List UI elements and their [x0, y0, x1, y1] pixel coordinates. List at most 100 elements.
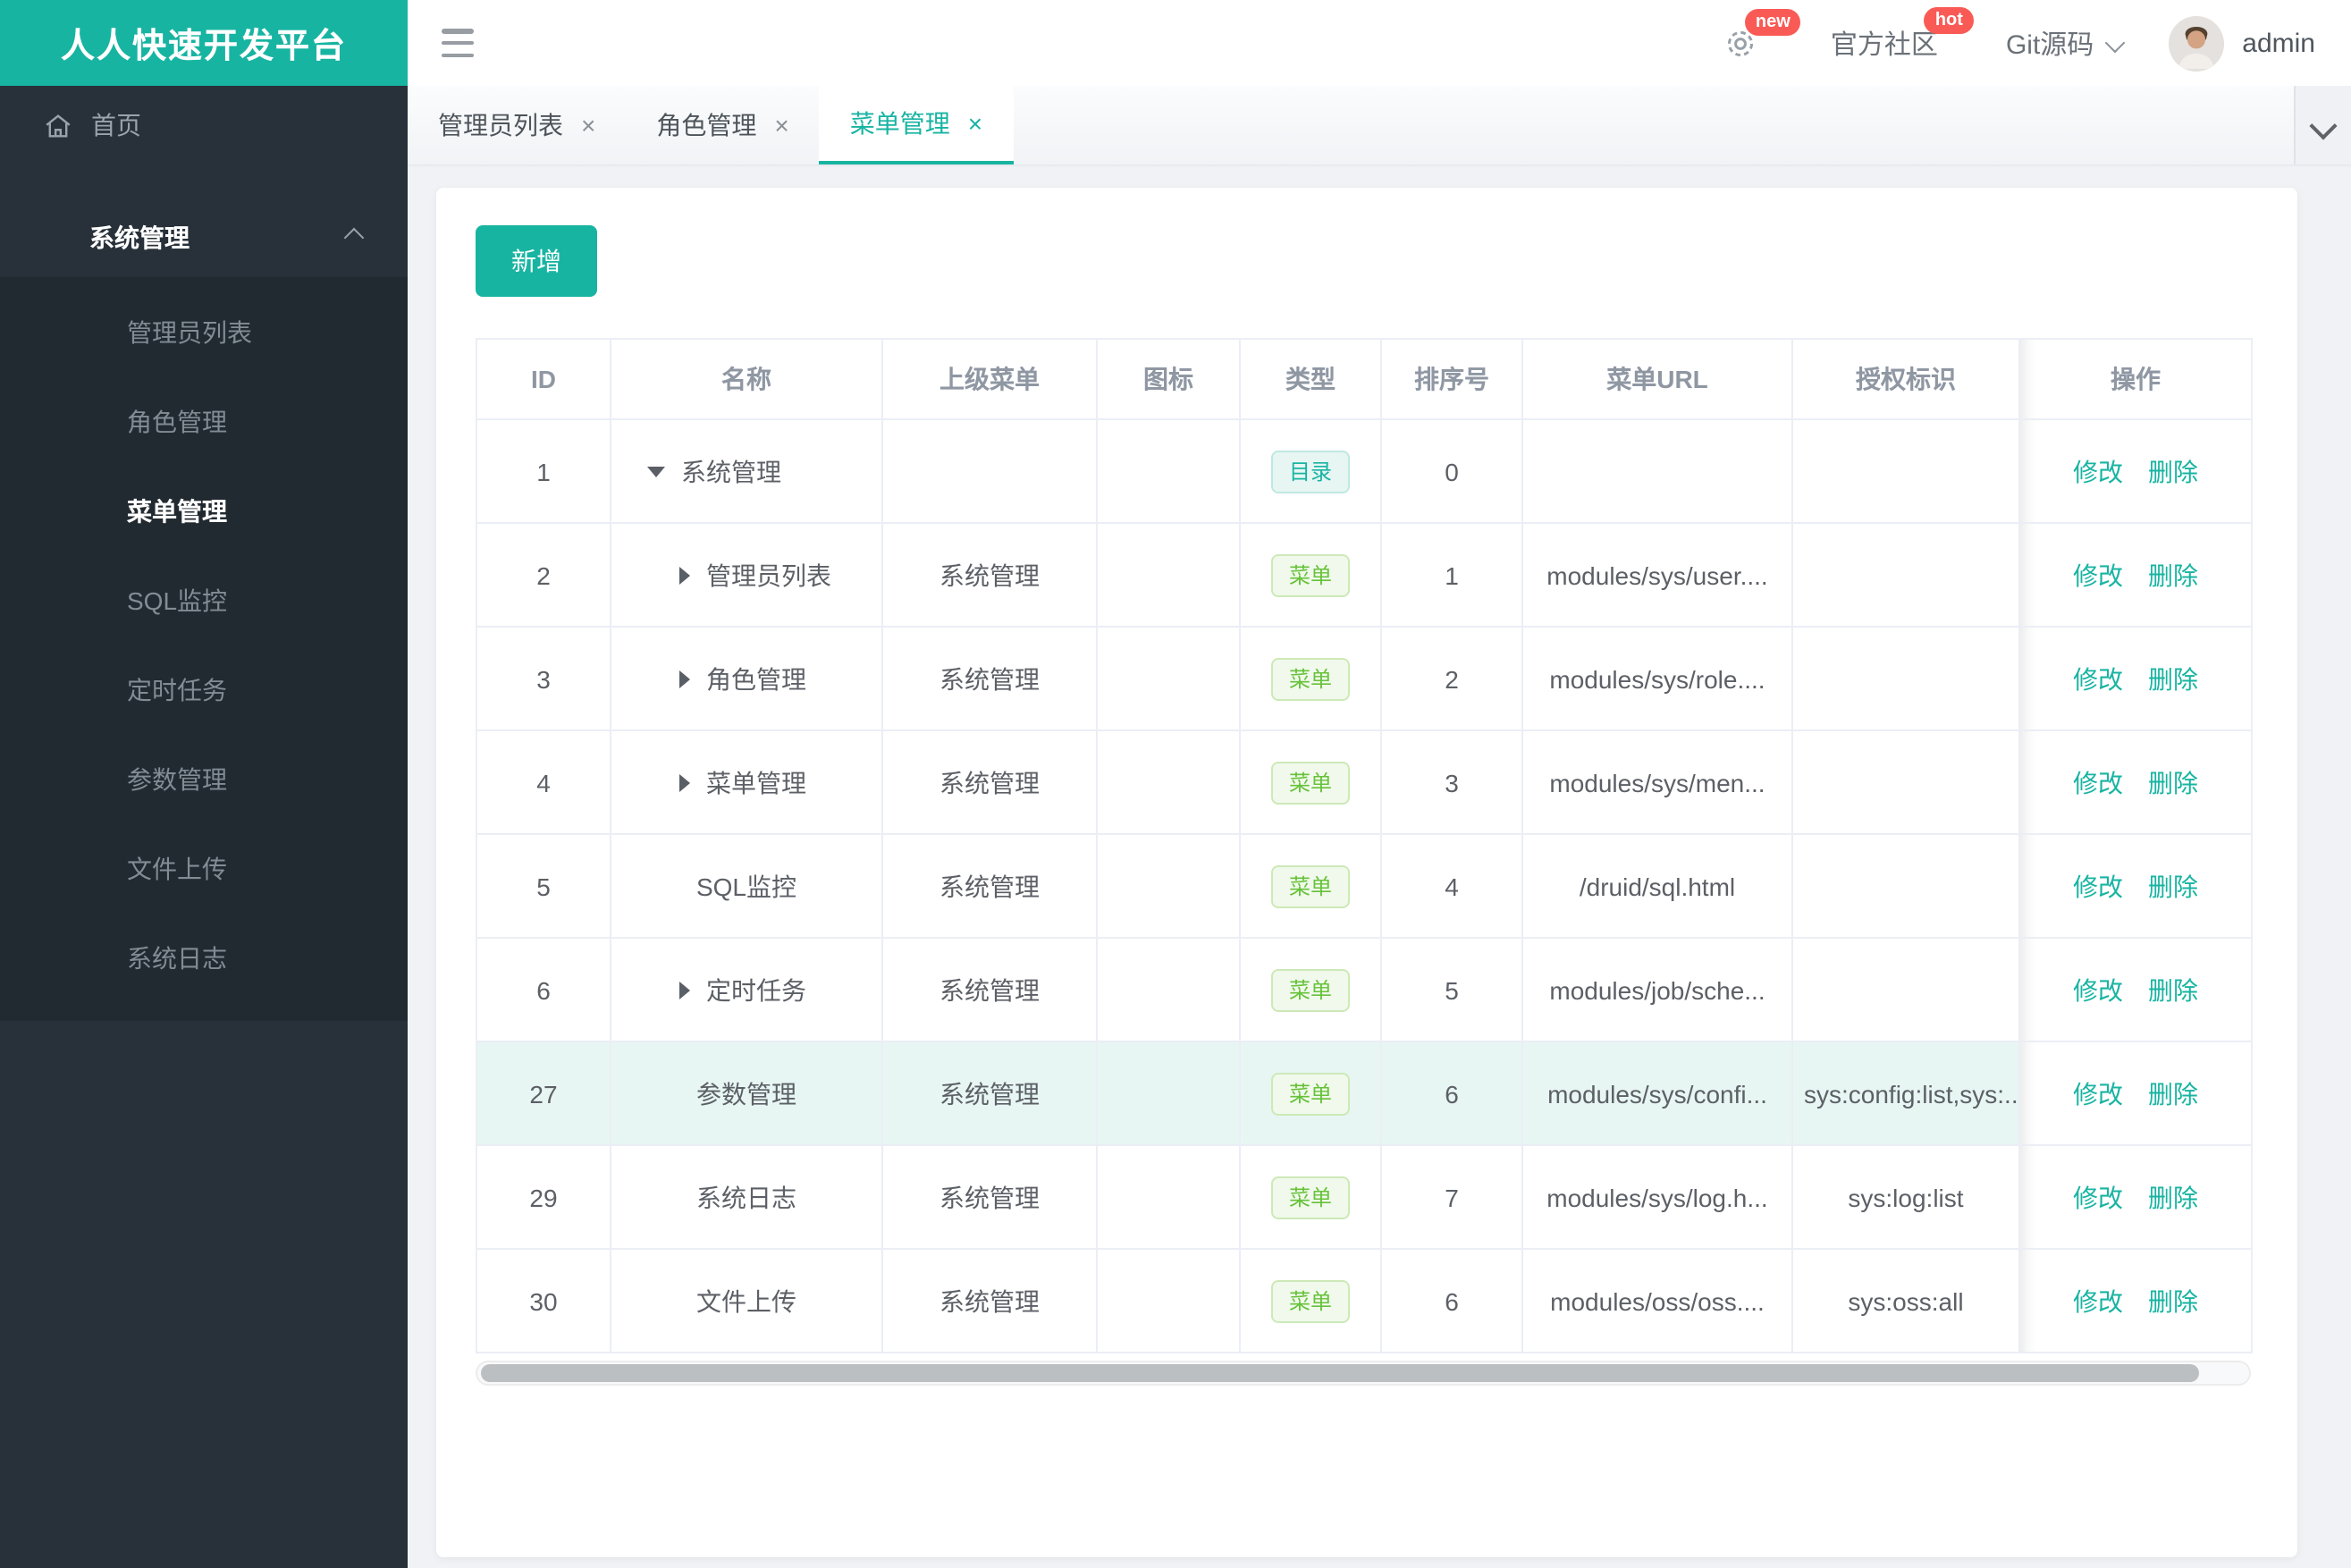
- expand-icon[interactable]: [679, 670, 690, 687]
- column-header: 排序号: [1380, 338, 1523, 420]
- sidebar-item-home[interactable]: 首页: [0, 86, 408, 164]
- menu-name-label: 定时任务: [706, 975, 806, 1004]
- tabs: 管理员列表 × 角色管理 × 菜单管理 ×: [408, 86, 2294, 164]
- tab-1[interactable]: 管理员列表 ×: [408, 86, 626, 164]
- tab-close-icon[interactable]: ×: [968, 109, 982, 138]
- cell-url: modules/sys/role....: [1521, 626, 1793, 731]
- cell-type: 菜单: [1239, 1248, 1382, 1353]
- expand-icon[interactable]: [679, 773, 690, 791]
- type-badge: 菜单: [1270, 968, 1350, 1011]
- delete-link[interactable]: 删除: [2148, 768, 2198, 797]
- delete-link[interactable]: 删除: [2148, 872, 2198, 900]
- delete-link[interactable]: 删除: [2148, 975, 2198, 1004]
- cell-name: 菜单管理: [610, 729, 883, 835]
- tab-3[interactable]: 菜单管理 ×: [819, 86, 1014, 164]
- cell-url: modules/sys/men...: [1521, 729, 1793, 835]
- cell-id: 3: [476, 626, 611, 731]
- cell-actions: 修改 删除: [2018, 1248, 2253, 1353]
- sidebar-item-7[interactable]: 文件上传: [0, 824, 408, 914]
- edit-link[interactable]: 修改: [2073, 975, 2123, 1004]
- delete-link[interactable]: 删除: [2148, 561, 2198, 589]
- delete-link[interactable]: 删除: [2148, 1183, 2198, 1211]
- main-area: new 官方社区 hot Git源码 admin 管理员列表 × 角色管理 × …: [408, 0, 2351, 1568]
- edit-link[interactable]: 修改: [2073, 872, 2123, 900]
- cell-type: 菜单: [1239, 729, 1382, 835]
- cell-actions: 修改 删除: [2018, 626, 2253, 731]
- name-cell-content: 管理员列表: [622, 557, 871, 593]
- content-card: 新增 ID 名称 上级菜单 图标 类型 排序号 菜单URL 授权标识 操作 1 系统管理 目录 0 修改…: [436, 188, 2297, 1557]
- edit-link[interactable]: 修改: [2073, 561, 2123, 589]
- avatar[interactable]: [2169, 15, 2225, 71]
- sidebar-item-4[interactable]: SQL监控: [0, 556, 408, 645]
- tab-close-icon[interactable]: ×: [581, 111, 595, 139]
- sidebar-item-6[interactable]: 参数管理: [0, 735, 408, 824]
- type-badge: 菜单: [1270, 1072, 1350, 1115]
- app-window: 人人快速开发平台 首页 系统管理 管理员列表 角色管理 菜单管理 SQL监控 定时任务参…: [0, 0, 2351, 1568]
- new-badge: new: [1744, 8, 1801, 35]
- cell-perms: sys:config:list,sys:...: [1791, 1041, 2020, 1146]
- sidebar-item-1[interactable]: 管理员列表: [0, 288, 408, 377]
- add-button[interactable]: 新增: [476, 225, 597, 297]
- cell-parent: 系统管理: [881, 1041, 1098, 1146]
- tab-label: 管理员列表: [438, 111, 563, 139]
- table-row: 3 角色管理 系统管理 菜单 2 modules/sys/role.... 修改 删除: [476, 626, 2253, 731]
- expand-icon[interactable]: [679, 566, 690, 584]
- type-badge: 菜单: [1270, 657, 1350, 700]
- git-source-link[interactable]: Git源码: [2006, 24, 2126, 62]
- menu-name-label: 管理员列表: [706, 561, 831, 589]
- cell-perms: [1791, 626, 2020, 731]
- community-link[interactable]: 官方社区 hot: [1831, 6, 1974, 62]
- table-row: 2 管理员列表 系统管理 菜单 1 modules/sys/user.... 修改 删除: [476, 522, 2253, 628]
- cell-type: 菜单: [1239, 1144, 1382, 1250]
- cell-actions: 修改 删除: [2018, 522, 2253, 628]
- cell-actions: 修改 删除: [2018, 1041, 2253, 1146]
- cell-url: modules/sys/user....: [1521, 522, 1793, 628]
- sidebar-item-5[interactable]: 定时任务: [0, 645, 408, 735]
- delete-link[interactable]: 删除: [2148, 1286, 2198, 1315]
- cell-icon: [1096, 626, 1241, 731]
- menu-name-label: 菜单管理: [706, 768, 806, 797]
- cell-perms: [1791, 418, 2020, 524]
- menu-table: ID 名称 上级菜单 图标 类型 排序号 菜单URL 授权标识 操作 1 系统管理 目录 0 修改 删除 2…: [476, 338, 2253, 1353]
- edit-link[interactable]: 修改: [2073, 1079, 2123, 1108]
- sidebar-item-2[interactable]: 角色管理: [0, 377, 408, 467]
- edit-link[interactable]: 修改: [2073, 1183, 2123, 1211]
- cell-id: 30: [476, 1248, 611, 1353]
- sidebar-group-header[interactable]: 系统管理: [0, 197, 408, 277]
- sidebar-item-3[interactable]: 菜单管理: [0, 467, 408, 556]
- edit-link[interactable]: 修改: [2073, 1286, 2123, 1315]
- tab-2[interactable]: 角色管理 ×: [626, 86, 819, 164]
- settings-button[interactable]: new: [1722, 8, 1801, 62]
- cell-perms: [1791, 937, 2020, 1042]
- hamburger-menu-button[interactable]: [442, 29, 474, 57]
- table-row: 6 定时任务 系统管理 菜单 5 modules/job/sche... 修改 删除: [476, 937, 2253, 1042]
- column-header: 菜单URL: [1521, 338, 1793, 420]
- delete-link[interactable]: 删除: [2148, 1079, 2198, 1108]
- name-cell-content: 角色管理: [622, 661, 871, 696]
- cell-parent: 系统管理: [881, 626, 1098, 731]
- edit-link[interactable]: 修改: [2073, 768, 2123, 797]
- delete-link[interactable]: 删除: [2148, 664, 2198, 693]
- username[interactable]: admin: [2242, 28, 2315, 58]
- cell-order: 4: [1380, 833, 1523, 939]
- delete-link[interactable]: 删除: [2148, 457, 2198, 485]
- edit-link[interactable]: 修改: [2073, 457, 2123, 485]
- scrollbar-thumb[interactable]: [481, 1364, 2200, 1382]
- tab-close-icon[interactable]: ×: [774, 111, 788, 139]
- cell-order: 6: [1380, 1041, 1523, 1146]
- cell-order: 6: [1380, 1248, 1523, 1353]
- sidebar-item-8[interactable]: 系统日志: [0, 914, 408, 1003]
- cell-url: modules/sys/log.h...: [1521, 1144, 1793, 1250]
- tab-overflow-button[interactable]: [2294, 86, 2351, 164]
- edit-link[interactable]: 修改: [2073, 664, 2123, 693]
- horizontal-scrollbar[interactable]: [476, 1361, 2251, 1386]
- cell-name: 角色管理: [610, 626, 883, 731]
- cell-perms: [1791, 833, 2020, 939]
- expand-icon[interactable]: [679, 981, 690, 999]
- tab-bar: 管理员列表 × 角色管理 × 菜单管理 ×: [408, 86, 2351, 166]
- home-icon: [46, 114, 71, 137]
- type-badge: 菜单: [1270, 864, 1350, 907]
- cell-parent: 系统管理: [881, 937, 1098, 1042]
- collapse-icon[interactable]: [647, 466, 665, 476]
- cell-icon: [1096, 522, 1241, 628]
